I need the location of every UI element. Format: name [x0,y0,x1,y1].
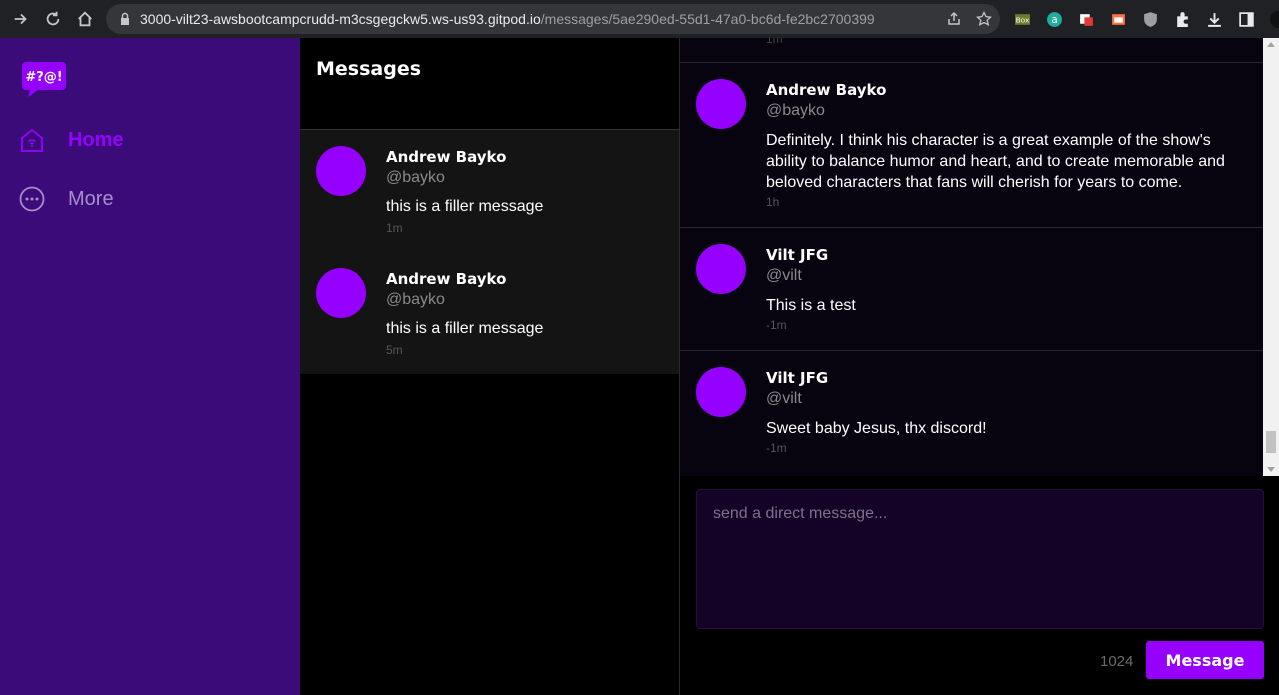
message-groups: Messages Andrew Bayko @bayko this is a f… [300,38,680,695]
a-extension-icon[interactable]: a [1042,7,1066,31]
extension-icon[interactable] [1106,7,1130,31]
message-handle: @vilt [766,390,802,407]
browser-toolbar: 3000-vilt23-awsbootcampcrudd-m3csgegckw5… [0,0,1279,38]
avatar [316,146,366,196]
message-item: Vilt JFG @vilt This is a test -1m [680,227,1263,350]
message-composer: 1024 Message [680,476,1279,695]
message-item: Andrew Bayko @bayko Definitely. I think … [680,62,1263,227]
nav-home[interactable]: Home [18,126,124,154]
app-logo[interactable]: #?@! [20,58,68,98]
avatar [696,367,746,417]
message-time: 1m [766,38,783,46]
message-time: -1m [766,441,787,455]
group-time: 1m [386,221,403,235]
svg-text:Box: Box [1015,15,1029,24]
page-title: Messages [316,58,422,80]
logo-text: #?@! [25,70,62,85]
group-message: this is a filler message [386,320,544,337]
group-time: 5m [386,343,403,357]
puzzle-icon[interactable] [1170,7,1194,31]
forward-icon[interactable] [6,4,36,34]
sidebar: #?@! Home More [0,38,300,695]
message-input[interactable] [696,489,1264,629]
message-body: Sweet baby Jesus, thx discord! [766,420,987,437]
profile-icon[interactable] [1266,7,1279,31]
scrollbar-thumb[interactable] [1266,431,1276,453]
avatar [696,79,746,129]
bookmark-star-icon[interactable] [976,11,992,27]
message-body: Definitely. I think his character is a g… [766,132,1225,191]
group-name: Andrew Bayko [386,148,507,166]
character-count: 1024 [1100,653,1134,670]
nav-more-label: More [68,187,114,210]
url-text: 3000-vilt23-awsbootcampcrudd-m3csgegckw5… [140,11,875,27]
conversation-feed: 1m Andrew Bayko @bayko Definitely. I thi… [680,38,1263,476]
message-body: This is a test [766,297,856,314]
download-icon[interactable] [1202,7,1226,31]
message-time: -1m [766,318,787,332]
shield-icon[interactable] [1138,7,1162,31]
message-author: Andrew Bayko [766,81,887,99]
message-item: Vilt JFG @vilt Sweet baby Jesus, thx dis… [680,350,1263,476]
home-browser-icon[interactable] [70,4,100,34]
box-icon[interactable]: Box [1010,7,1034,31]
avatar [696,244,746,294]
scroll-down-icon[interactable] [1267,467,1275,472]
send-message-button[interactable]: Message [1146,641,1264,679]
extension-icon[interactable] [1074,7,1098,31]
scrollbar[interactable] [1263,38,1279,476]
url-path: /messages/5ae290ed-55d1-47a0-bc6d-fe2bc2… [540,11,875,27]
group-name: Andrew Bayko [386,270,507,288]
avatar [316,268,366,318]
share-icon[interactable] [946,11,962,27]
nav-home-label: Home [68,128,124,151]
group-handle: @bayko [386,291,445,308]
more-icon [19,186,45,212]
message-group-item[interactable]: Andrew Bayko @bayko this is a filler mes… [300,252,679,374]
home-icon [21,128,43,152]
scroll-up-icon[interactable] [1267,42,1275,47]
address-bar[interactable]: 3000-vilt23-awsbootcampcrudd-m3csgegckw5… [106,4,1000,34]
nav-more[interactable]: More [18,185,114,213]
message-handle: @vilt [766,267,802,284]
message-author: Vilt JFG [766,369,829,387]
group-handle: @bayko [386,169,445,186]
reload-icon[interactable] [38,4,68,34]
message-author: Vilt JFG [766,246,829,264]
message-handle: @bayko [766,102,825,119]
message-time: 1h [766,195,780,209]
svg-text:a: a [1051,13,1058,26]
message-group-list: Andrew Bayko @bayko this is a filler mes… [300,130,679,374]
lock-icon [121,12,129,25]
message-group-item[interactable]: Andrew Bayko @bayko this is a filler mes… [300,130,679,252]
group-message: this is a filler message [386,198,544,215]
url-host: 3000-vilt23-awsbootcampcrudd-m3csgegckw5… [140,11,541,27]
sidepanel-icon[interactable] [1234,7,1258,31]
